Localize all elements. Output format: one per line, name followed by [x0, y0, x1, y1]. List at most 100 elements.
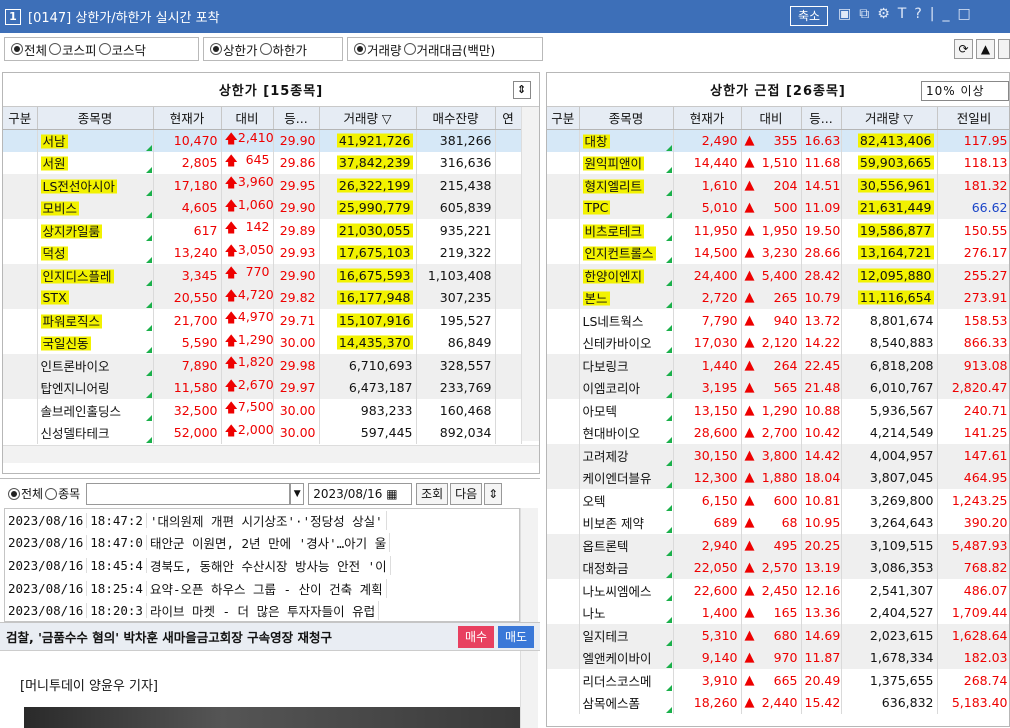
stock-name-cell[interactable]: 인지컨트롤스 — [579, 241, 674, 264]
table-row[interactable]: 다보링크 1,440 ▲ 264 22.45 6,818,208 913.08 — [547, 354, 1009, 377]
stock-name-cell[interactable]: 파워로직스 — [37, 309, 154, 332]
table-row[interactable]: 솔브레인홀딩스 32,500 🡅 7,500 30.00 983,233 160,468 — [3, 399, 522, 422]
table-row[interactable]: 나노씨엠에스 22,600 ▲ 2,450 12.16 2,541,307 486.07 — [547, 579, 1009, 602]
news-row[interactable]: 2023/08/16 18:47:2 '대의원제 개편 시기상조'·'정당성 상실' — [5, 509, 519, 532]
right-col-header[interactable]: 등... — [801, 107, 842, 130]
table-row[interactable]: 인트론바이오 7,890 🡅 1,820 29.98 6,710,693 328,557 — [3, 354, 522, 377]
table-row[interactable]: 인지디스플레 3,345 🡅 770 29.90 16,675,593 1,103,408 — [3, 264, 522, 287]
table-row[interactable]: 서남 10,470 🡅 2,410 29.90 41,921,726 381,266 — [3, 129, 522, 152]
stock-name-cell[interactable]: 삼목에스폼 — [579, 691, 674, 714]
table-row[interactable]: LS네트웍스 7,790 ▲ 940 13.72 8,801,674 158.53 — [547, 309, 1009, 332]
stock-name-cell[interactable]: 이엠코리아 — [579, 376, 674, 399]
next-button[interactable]: 다음 — [450, 482, 483, 505]
stock-name-cell[interactable]: 덕성 — [37, 241, 154, 264]
left-col-header[interactable]: 연 — [495, 107, 522, 130]
right-col-header[interactable]: 구분 — [547, 107, 580, 130]
stock-name-cell[interactable]: 비보존 제약 — [579, 511, 674, 534]
right-col-header[interactable]: 거래량 ▽ — [841, 107, 938, 130]
stock-name-cell[interactable]: 솔브레인홀딩스 — [37, 399, 154, 422]
stock-name-cell[interactable]: 현대바이오 — [579, 421, 674, 444]
stock-name-cell[interactable]: 오텍 — [579, 489, 674, 512]
threshold-select[interactable]: 10% 이상 — [921, 81, 1009, 101]
stock-name-cell[interactable]: 리더스코스메 — [579, 669, 674, 692]
left-horizontal-scrollbar[interactable] — [3, 445, 539, 463]
left-col-header[interactable]: 대비 — [221, 107, 274, 130]
calendar-icon[interactable]: ▦ — [386, 487, 397, 501]
stock-name-cell[interactable]: 비츠로테크 — [579, 219, 674, 242]
stock-name-cell[interactable]: 한양이엔지 — [579, 264, 674, 287]
left-col-header[interactable]: 매수잔량 — [416, 107, 496, 130]
table-row[interactable]: 신테카바이오 17,030 ▲ 2,120 14.22 8,540,883 866.33 — [547, 331, 1009, 354]
stock-name-cell[interactable]: 형지엘리트 — [579, 174, 674, 197]
table-row[interactable]: 일지테크 5,310 ▲ 680 14.69 2,023,615 1,628.64 — [547, 624, 1009, 647]
stock-name-cell[interactable]: 탑엔지니어링 — [37, 376, 154, 399]
stock-name-cell[interactable]: 인트론바이오 — [37, 354, 154, 377]
table-row[interactable]: 서원 2,805 🡅 645 29.86 37,842,239 316,636 — [3, 151, 522, 174]
table-row[interactable]: 리더스코스메 3,910 ▲ 665 20.49 1,375,655 268.74 — [547, 669, 1009, 692]
table-row[interactable]: 이엠코리아 3,195 ▲ 565 21.48 6,010,767 2,820.47 — [547, 376, 1009, 399]
table-row[interactable]: 본느 2,720 ▲ 265 10.79 11,116,654 273.91 — [547, 286, 1009, 309]
table-row[interactable]: 인지컨트롤스 14,500 ▲ 3,230 28.66 13,164,721 276.17 — [547, 241, 1009, 264]
news-date-input[interactable]: 2023/08/16 ▦ — [308, 482, 413, 505]
table-row[interactable]: 고려제강 30,150 ▲ 3,800 14.42 4,004,957 147.61 — [547, 444, 1009, 467]
stock-name-cell[interactable]: 서남 — [37, 129, 154, 152]
stock-name-cell[interactable]: 일지테크 — [579, 624, 674, 647]
table-row[interactable]: 덕성 13,240 🡅 3,050 29.93 17,675,103 219,322 — [3, 241, 522, 264]
query-button[interactable]: 조회 — [416, 482, 449, 505]
maximize-icon[interactable]: □ — [958, 6, 971, 22]
left-col-header[interactable]: 등... — [273, 107, 320, 130]
right-col-header[interactable]: 대비 — [741, 107, 802, 130]
table-row[interactable]: 오텍 6,150 ▲ 600 10.81 3,269,800 1,243.25 — [547, 489, 1009, 512]
table-row[interactable]: 대정화금 22,050 ▲ 2,570 13.19 3,086,353 768.82 — [547, 556, 1009, 579]
stock-name-cell[interactable]: STX — [37, 286, 154, 309]
market-kospi-radio[interactable] — [49, 43, 62, 55]
buy-button[interactable]: 매수 — [458, 626, 494, 648]
news-row[interactable]: 2023/08/16 18:25:4 요약-오픈 하우스 그룹 - 산이 건축 계획 — [5, 577, 519, 600]
volume-radio[interactable] — [354, 43, 366, 55]
table-row[interactable]: 엘앤케이바이 9,140 ▲ 970 11.87 1,678,334 182.03 — [547, 646, 1009, 669]
help-icon[interactable]: ? — [914, 6, 921, 22]
shrink-button[interactable]: 축소 — [790, 6, 828, 26]
table-row[interactable]: TPC 5,010 ▲ 500 11.09 21,631,449 66.62 — [547, 196, 1009, 219]
layout-icon[interactable]: ▣ — [838, 6, 851, 22]
stock-name-cell[interactable]: 국일신동 — [37, 331, 154, 354]
copy-window-icon[interactable]: ⧉ — [859, 6, 869, 22]
left-vertical-scrollbar[interactable] — [521, 107, 539, 441]
table-row[interactable]: 비보존 제약 689 ▲ 68 10.95 3,264,643 390.20 — [547, 511, 1009, 534]
table-row[interactable]: LS전선아시아 17,180 🡅 3,960 29.95 26,322,199 215,43… — [3, 174, 522, 197]
table-row[interactable]: 현대바이오 28,600 ▲ 2,700 10.42 4,214,549 141.25 — [547, 421, 1009, 444]
stock-name-cell[interactable]: 나노씨엠에스 — [579, 579, 674, 602]
news-sort-button[interactable]: ⇕ — [484, 482, 503, 505]
news-all-radio[interactable] — [8, 487, 20, 500]
stock-name-cell[interactable]: TPC — [579, 196, 674, 219]
left-col-header[interactable]: 구분 — [3, 107, 38, 130]
left-sort-button[interactable]: ⇕ — [513, 81, 531, 99]
table-row[interactable]: STX 20,550 🡅 4,720 29.82 16,177,948 307,235 — [3, 286, 522, 309]
stock-name-cell[interactable]: 고려제강 — [579, 444, 674, 467]
table-row[interactable]: 신성델타테크 52,000 🡅 2,000 30.00 597,445 892,034 — [3, 421, 522, 444]
table-row[interactable]: 나노 1,400 ▲ 165 13.36 2,404,527 1,709.44 — [547, 601, 1009, 624]
table-row[interactable]: 옵트론텍 2,940 ▲ 495 20.25 3,109,515 5,487.93 — [547, 534, 1009, 557]
stock-name-cell[interactable]: 아모텍 — [579, 399, 674, 422]
news-row[interactable]: 2023/08/16 18:20:3 라이브 마켓 - 더 많은 투자자들이 유럽 — [5, 599, 519, 621]
news-dropdown-icon[interactable]: ▼ — [290, 482, 305, 505]
sell-button[interactable]: 매도 — [498, 626, 534, 648]
right-col-header[interactable]: 종목명 — [579, 107, 674, 130]
stock-name-cell[interactable]: 옵트론텍 — [579, 534, 674, 557]
stock-name-cell[interactable]: 본느 — [579, 286, 674, 309]
stock-name-cell[interactable]: LS전선아시아 — [37, 174, 154, 197]
table-row[interactable]: 아모텍 13,150 ▲ 1,290 10.88 5,936,567 240.71 — [547, 399, 1009, 422]
table-row[interactable]: 원익피앤이 14,440 ▲ 1,510 11.68 59,903,665 118.13 — [547, 151, 1009, 174]
news-vertical-scrollbar[interactable] — [520, 508, 538, 622]
upper-limit-radio[interactable] — [210, 43, 222, 55]
stock-name-cell[interactable]: 상지카일룸 — [37, 219, 154, 242]
left-col-header[interactable]: 현재가 — [153, 107, 222, 130]
stock-name-cell[interactable]: 원익피앤이 — [579, 151, 674, 174]
stock-name-cell[interactable]: 대창 — [579, 129, 674, 152]
table-row[interactable]: 케이엔더블유 12,300 ▲ 1,880 18.04 3,807,045 464.95 — [547, 466, 1009, 489]
table-row[interactable]: 파워로직스 21,700 🡅 4,970 29.71 15,107,916 195,527 — [3, 309, 522, 332]
news-row[interactable]: 2023/08/16 18:47:0 태안군 이원면, 2년 만에 '경사'…아기 … — [5, 532, 519, 555]
stock-name-cell[interactable]: 신성델타테크 — [37, 421, 154, 444]
minimize-icon[interactable]: _ — [943, 6, 950, 22]
lower-limit-radio[interactable] — [259, 43, 272, 55]
